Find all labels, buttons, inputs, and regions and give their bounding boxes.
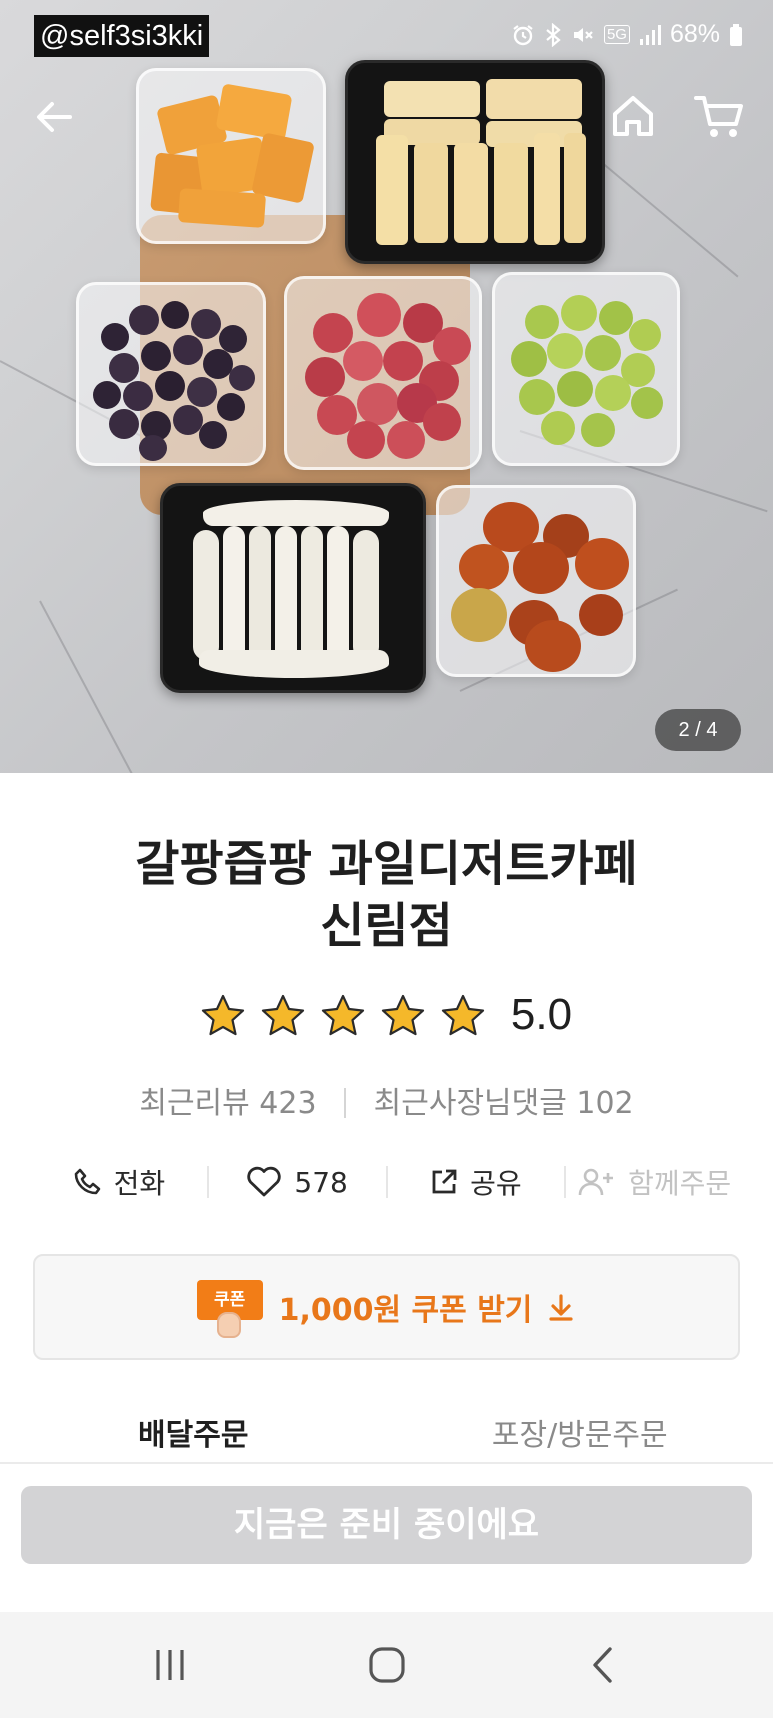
green-grape-tray: [492, 272, 680, 466]
tab-pickup[interactable]: 포장/방문주문: [387, 1408, 773, 1464]
red-grape-tray: [284, 276, 482, 470]
heart-icon: [247, 1166, 282, 1197]
bluetooth-icon: [544, 22, 562, 47]
back-button[interactable]: [30, 92, 80, 142]
group-order-button[interactable]: 함께주문: [566, 1155, 743, 1209]
top-nav: [0, 88, 773, 148]
store-name: 갈팡즙팡 과일디저트카페 신림점: [0, 833, 773, 957]
phone-icon: [74, 1168, 100, 1195]
hand-icon: [216, 1312, 241, 1338]
5g-icon: 5G: [603, 25, 630, 44]
pear-tray: [160, 483, 426, 693]
order-type-tabs: 배달주문 포장/방문주문: [0, 1408, 773, 1464]
rating-row: 5.0: [0, 990, 773, 1040]
home-button[interactable]: [607, 90, 659, 142]
tab-delivery[interactable]: 배달주문: [0, 1408, 387, 1464]
group-order-label: 함께주문: [628, 1167, 732, 1200]
store-actions: 전화 578 공유 함께주문: [30, 1155, 743, 1209]
call-button[interactable]: 전화: [30, 1155, 207, 1209]
marble-vein: [39, 600, 135, 773]
battery-icon: [729, 23, 743, 47]
gallery-page-counter: 2 / 4: [655, 709, 741, 751]
cart-button[interactable]: [692, 90, 748, 142]
like-button[interactable]: 578: [209, 1155, 386, 1209]
mute-icon: [571, 23, 595, 47]
star-icon: [261, 994, 305, 1036]
coupon-icon: 쿠폰: [196, 1276, 265, 1338]
star-rating: [201, 994, 485, 1036]
coupon-label: 1,000원 쿠폰 받기: [278, 1293, 533, 1328]
recent-apps-icon: [156, 1650, 184, 1680]
share-button[interactable]: 공유: [388, 1155, 565, 1209]
like-count: 578: [294, 1165, 348, 1199]
home-icon: [613, 96, 653, 136]
back-nav-button[interactable]: [588, 1644, 618, 1686]
rating-value: 5.0: [510, 990, 573, 1039]
coupon-download-button[interactable]: 쿠폰 1,000원 쿠폰 받기: [33, 1254, 740, 1360]
signal-icon: [639, 24, 661, 46]
share-label: 공유: [470, 1167, 522, 1200]
bottom-cta-bar: 지금은 준비 중이에요: [0, 1464, 773, 1612]
owner-replies-link[interactable]: 최근사장님댓글 102: [374, 1086, 634, 1121]
cart-icon: [694, 96, 743, 137]
star-icon: [321, 994, 365, 1036]
battery-percent: 68%: [669, 20, 720, 48]
call-label: 전화: [113, 1167, 166, 1200]
store-photo-gallery[interactable]: @self3si3kki 5G 68% 2 / 4: [0, 0, 773, 773]
share-icon: [432, 1169, 457, 1194]
jujube-tray: [436, 485, 636, 677]
home-nav-button[interactable]: [366, 1644, 408, 1686]
system-icons: 5G 68%: [511, 20, 743, 49]
stats-divider: [344, 1088, 347, 1118]
home-nav-icon: [369, 1647, 405, 1683]
username-watermark: @self3si3kki: [34, 15, 210, 57]
alarm-icon: [511, 23, 535, 47]
black-grape-tray: [76, 282, 266, 466]
store-name-line2: 신림점: [320, 898, 453, 954]
marble-vein: [599, 160, 739, 278]
back-arrow-icon: [37, 102, 72, 132]
back-nav-icon: [593, 1647, 612, 1683]
recent-reviews-link[interactable]: 최근리뷰 423: [139, 1086, 316, 1121]
star-icon: [201, 994, 245, 1036]
add-person-icon: [578, 1168, 614, 1196]
status-bar: @self3si3kki 5G 68%: [0, 0, 773, 72]
star-icon: [441, 994, 485, 1036]
store-name-line1: 갈팡즙팡 과일디저트카페: [135, 836, 638, 892]
preparing-button[interactable]: 지금은 준비 중이에요: [21, 1486, 752, 1564]
star-icon: [381, 994, 425, 1036]
download-icon: [549, 1294, 573, 1321]
recent-apps-button[interactable]: [150, 1644, 190, 1686]
system-navigation-bar: [0, 1612, 773, 1718]
review-stats: 최근리뷰 423 최근사장님댓글 102: [0, 1078, 773, 1122]
